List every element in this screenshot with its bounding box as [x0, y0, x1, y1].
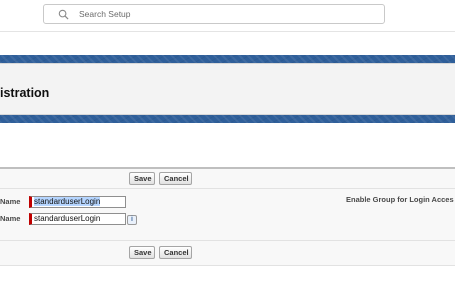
info-icon[interactable]: i [127, 215, 137, 225]
page-title: istration [0, 86, 50, 100]
divider-top [0, 188, 455, 189]
cancel-button-top[interactable]: Cancel [159, 172, 192, 185]
cancel-button-bottom[interactable]: Cancel [159, 246, 192, 259]
divider-bottom [0, 240, 455, 241]
name-field-2[interactable]: standarduserLogin [29, 213, 126, 225]
setup-header: Search Setup [0, 0, 455, 32]
save-button-bottom[interactable]: Save [129, 246, 155, 259]
name-field-1-value: standarduserLogin [34, 197, 101, 206]
search-placeholder: Search Setup [79, 9, 131, 19]
page-title-box: istration [0, 63, 455, 115]
save-button-top[interactable]: Save [129, 172, 155, 185]
enable-group-login-access-label: Enable Group for Login Acces [346, 195, 454, 204]
name-field-2-value: standarduserLogin [34, 214, 101, 223]
search-setup-input[interactable]: Search Setup [43, 4, 385, 24]
search-icon [58, 9, 69, 20]
name-label-2: Name [0, 214, 21, 223]
name-label-1: Name [0, 197, 21, 206]
name-field-1[interactable]: standarduserLogin [29, 196, 126, 208]
